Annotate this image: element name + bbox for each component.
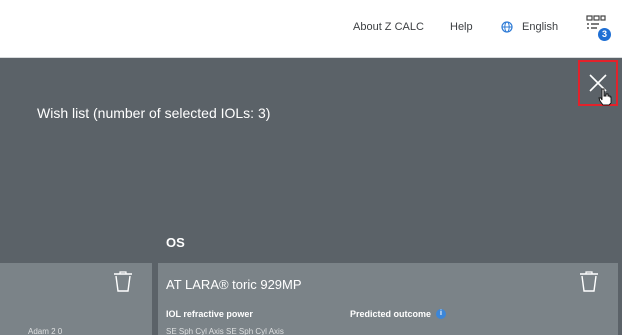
- trash-icon[interactable]: [113, 270, 133, 292]
- wishlist-overlay: Wish list (number of selected IOLs: 3) O…: [0, 58, 622, 335]
- main-card-partial-text: SE Sph Cyl Axis SE Sph Cyl Axis: [166, 327, 284, 335]
- wishlist-button[interactable]: 3: [585, 14, 615, 44]
- left-card-partial-text: Adam 2 0: [28, 327, 63, 335]
- globe-icon: [501, 21, 513, 33]
- help-link[interactable]: Help: [450, 21, 473, 33]
- wishlist-count-badge: 3: [598, 28, 611, 41]
- iol-power-label: IOL refractive power: [166, 309, 253, 319]
- trash-icon[interactable]: [579, 270, 599, 292]
- info-icon[interactable]: i: [436, 309, 447, 319]
- hand-cursor-icon: [598, 88, 612, 106]
- top-bar: About Z CALC Help English 3: [0, 0, 622, 58]
- about-link[interactable]: About Z CALC: [353, 21, 424, 33]
- language-label: English: [522, 21, 559, 33]
- language-selector[interactable]: English: [501, 21, 558, 33]
- eye-label-os: OS: [166, 235, 185, 250]
- wishlist-title: Wish list (number of selected IOLs: 3): [37, 105, 271, 121]
- predicted-outcome-text: Predicted outcome: [350, 309, 432, 319]
- iol-card-left: Adam 2 0: [0, 263, 152, 335]
- iol-name: AT LARA® toric 929MP: [166, 277, 302, 292]
- iol-card-main: AT LARA® toric 929MP IOL refractive powe…: [158, 263, 618, 335]
- predicted-outcome-label: Predicted outcome i: [350, 309, 447, 319]
- close-button[interactable]: [578, 60, 618, 106]
